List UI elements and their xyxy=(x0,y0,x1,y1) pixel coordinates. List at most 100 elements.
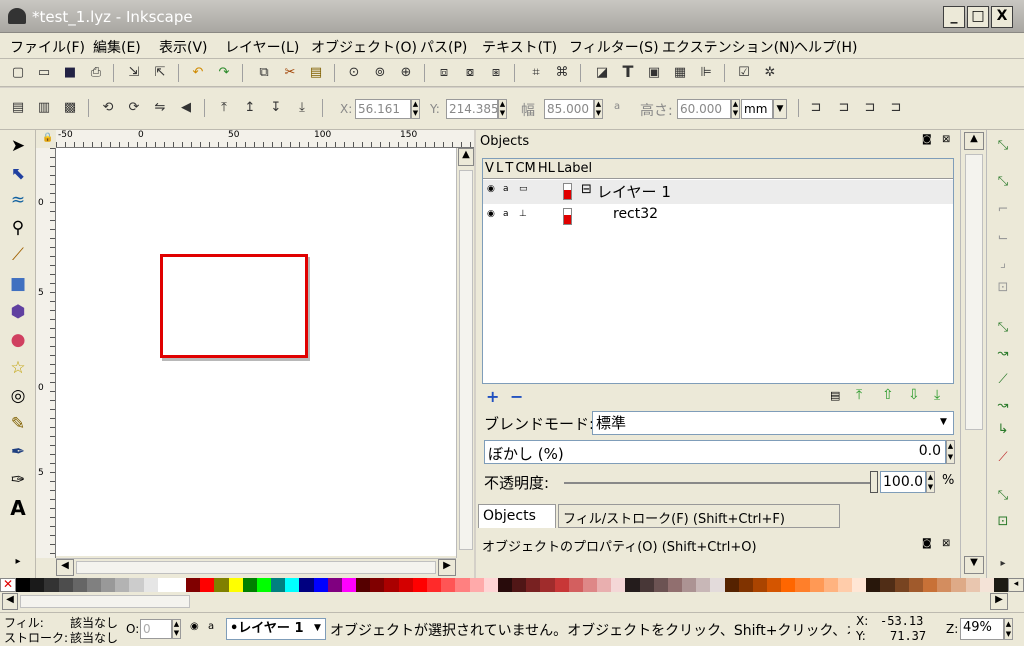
raise-top-icon[interactable]: ⤒ xyxy=(856,387,862,403)
snap-others-icon[interactable]: ⤡ xyxy=(995,488,1011,504)
palette-swatch[interactable] xyxy=(852,578,867,592)
panel-close-icon[interactable]: ⊠ xyxy=(942,134,950,145)
palette-swatch[interactable] xyxy=(540,578,555,592)
palette-swatch[interactable] xyxy=(767,578,782,592)
duplicate-icon[interactable]: ⧈ xyxy=(436,65,452,81)
zoom-tool-icon[interactable]: ⚲ xyxy=(6,216,30,240)
type-layer-icon[interactable]: ▭ xyxy=(519,184,528,194)
x-input[interactable]: 56.161 xyxy=(355,99,411,119)
palette-swatch[interactable] xyxy=(724,578,739,592)
palette-swatch[interactable] xyxy=(242,578,257,592)
minimize-button[interactable]: _ xyxy=(943,6,965,28)
opacity-input[interactable]: 100.0 xyxy=(880,471,926,493)
snap-intersection-icon[interactable]: ⟋ xyxy=(995,372,1011,388)
scroll-thumb[interactable] xyxy=(965,154,983,430)
palette-scrollbar[interactable]: ◀ ▶ xyxy=(0,592,1024,612)
palette-swatch[interactable] xyxy=(696,578,711,592)
palette-swatch[interactable] xyxy=(752,578,768,592)
palette-swatch[interactable] xyxy=(823,578,838,592)
palette-swatch[interactable] xyxy=(426,578,442,592)
palette-swatch[interactable] xyxy=(667,578,683,592)
palette-swatch[interactable] xyxy=(115,578,130,592)
save-icon[interactable]: ■ xyxy=(62,65,78,81)
palette-swatch[interactable] xyxy=(837,578,853,592)
height-input[interactable]: 60.000 xyxy=(677,99,731,119)
palette-swatch[interactable] xyxy=(157,578,172,592)
palette-swatch[interactable] xyxy=(58,578,73,592)
lower-icon[interactable]: ↧ xyxy=(268,100,284,116)
add-icon[interactable]: + xyxy=(486,387,499,406)
palette-swatch[interactable] xyxy=(639,578,654,592)
palette-swatch[interactable] xyxy=(370,578,385,592)
palette-swatch[interactable] xyxy=(965,578,980,592)
snap-line-midpoint-icon[interactable]: ⟋ xyxy=(995,450,1011,466)
close-button[interactable]: X xyxy=(991,6,1013,28)
palette-swatch[interactable] xyxy=(129,578,144,592)
menu-view[interactable]: 表示(V) xyxy=(159,37,208,57)
move-gradients-icon[interactable]: ⊐ xyxy=(862,100,878,116)
opacity-o-input[interactable]: 0 xyxy=(140,619,172,639)
opacity-track[interactable] xyxy=(564,482,872,484)
menu-object[interactable]: オブジェクト(O) xyxy=(311,37,417,57)
paste-icon[interactable]: ▤ xyxy=(308,65,324,81)
zoom-selection-icon[interactable]: ⊙ xyxy=(346,65,362,81)
blur-spinner[interactable]: ▲ ▼ xyxy=(946,440,955,464)
palette-swatch[interactable] xyxy=(979,578,994,592)
flip-vertical-icon[interactable]: ◀ xyxy=(178,100,194,116)
menu-file[interactable]: ファイル(F) xyxy=(10,37,85,57)
palette-swatch[interactable] xyxy=(271,578,286,592)
snap-path-icon[interactable]: ↝ xyxy=(995,346,1011,362)
canvas-vertical-scrollbar[interactable]: ▲ xyxy=(456,148,474,558)
text-tool-icon[interactable]: A xyxy=(6,496,30,520)
palette-swatch[interactable] xyxy=(554,578,569,592)
cut-icon[interactable]: ✂ xyxy=(282,65,298,81)
palette-swatch[interactable] xyxy=(568,578,583,592)
palette-swatch[interactable] xyxy=(356,578,371,592)
palette-swatch[interactable] xyxy=(653,578,668,592)
pen-tool-icon[interactable]: ✒ xyxy=(6,440,30,464)
palette-swatch[interactable] xyxy=(86,578,102,592)
snap-nodes-icon[interactable]: ⤡ xyxy=(995,320,1011,336)
group-icon[interactable]: ⌗ xyxy=(528,65,544,81)
unit-dropdown-icon[interactable]: ▼ xyxy=(773,99,787,119)
dropdown-arrow-icon[interactable]: ▼ xyxy=(940,417,947,427)
zoom-page-icon[interactable]: ⊕ xyxy=(398,65,414,81)
dropdown-arrow-icon[interactable]: ▼ xyxy=(314,623,321,633)
fill-stroke-icon[interactable]: ◪ xyxy=(594,65,610,81)
menu-filters[interactable]: フィルター(S) xyxy=(569,37,659,57)
rotate-cw-icon[interactable]: ⟳ xyxy=(126,100,142,116)
palette-swatch[interactable] xyxy=(72,578,87,592)
width-input[interactable]: 85.000 xyxy=(544,99,594,119)
lower-icon[interactable]: ⇩ xyxy=(908,387,920,403)
copy-icon[interactable]: ⧉ xyxy=(256,65,272,81)
scroll-up-icon[interactable]: ▲ xyxy=(964,132,984,150)
palette-swatch[interactable] xyxy=(171,578,187,592)
layers-icon[interactable]: ▦ xyxy=(672,65,688,81)
snap-enable-icon[interactable]: ⤡ xyxy=(995,138,1011,154)
scroll-thumb[interactable] xyxy=(20,595,190,608)
palette-swatch[interactable] xyxy=(483,578,498,592)
stroke-value[interactable]: 該当なし xyxy=(70,629,118,646)
flip-horizontal-icon[interactable]: ⇋ xyxy=(152,100,168,116)
menu-extensions[interactable]: エクステンション(N) xyxy=(662,37,795,57)
palette-swatch[interactable] xyxy=(993,578,1009,592)
palette-swatch[interactable] xyxy=(30,578,45,592)
3dbox-tool-icon[interactable]: ⬢ xyxy=(6,300,30,324)
palette-swatch[interactable] xyxy=(313,578,328,592)
palette-swatch[interactable] xyxy=(795,578,810,592)
unlink-clone-icon[interactable]: ⧆ xyxy=(488,65,504,81)
lock-icon[interactable]: a xyxy=(614,101,620,112)
snap-bbox-corner-icon[interactable]: ⌙ xyxy=(995,230,1011,246)
tab-fill-stroke[interactable]: フィル/ストローク(F) (Shift+Ctrl+F) xyxy=(558,504,840,528)
palette-swatch[interactable] xyxy=(923,578,938,592)
expander-icon[interactable]: ⊟ xyxy=(581,182,592,197)
select-all-icon[interactable]: ▤ xyxy=(10,100,26,116)
lower-to-bottom-icon[interactable]: ⤓ xyxy=(294,100,310,116)
type-rect-icon[interactable]: ⊥ xyxy=(519,209,527,219)
print-icon[interactable]: ⎙ xyxy=(88,65,104,81)
palette-swatch[interactable] xyxy=(441,578,456,592)
palette-swatch[interactable] xyxy=(809,578,824,592)
preferences-icon[interactable]: ✲ xyxy=(762,65,778,81)
palette-swatch[interactable] xyxy=(299,578,314,592)
ungroup-icon[interactable]: ⌘ xyxy=(554,65,570,81)
